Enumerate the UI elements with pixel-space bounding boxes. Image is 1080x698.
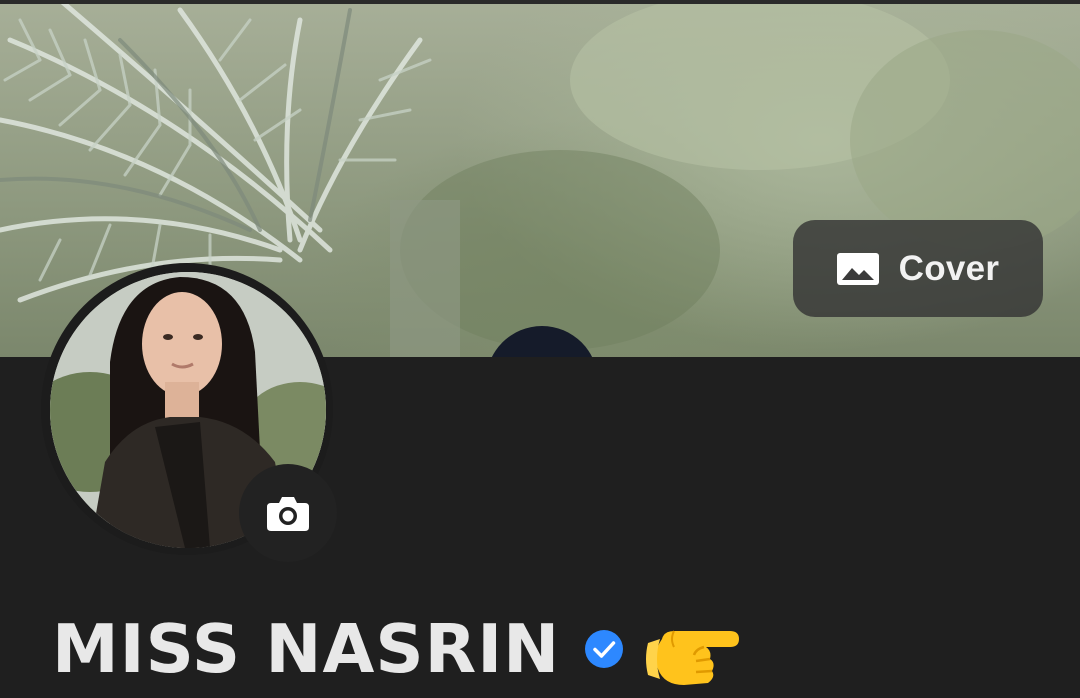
edit-cover-button[interactable]: Cover: [793, 220, 1043, 317]
pointing-right-hand-icon: [646, 630, 740, 685]
image-icon: [836, 252, 879, 285]
verified-badge-icon: [585, 630, 624, 668]
profile-name: MISS NASRIN: [52, 609, 561, 688]
change-profile-photo-button[interactable]: [239, 464, 337, 562]
cover-button-label: Cover: [898, 248, 1000, 288]
profile-name-row: MISS NASRIN: [52, 604, 744, 694]
profile-page: Cover MISS NASRIN: [0, 0, 1080, 698]
status-strip: [0, 0, 1080, 4]
camera-icon: [267, 497, 309, 531]
